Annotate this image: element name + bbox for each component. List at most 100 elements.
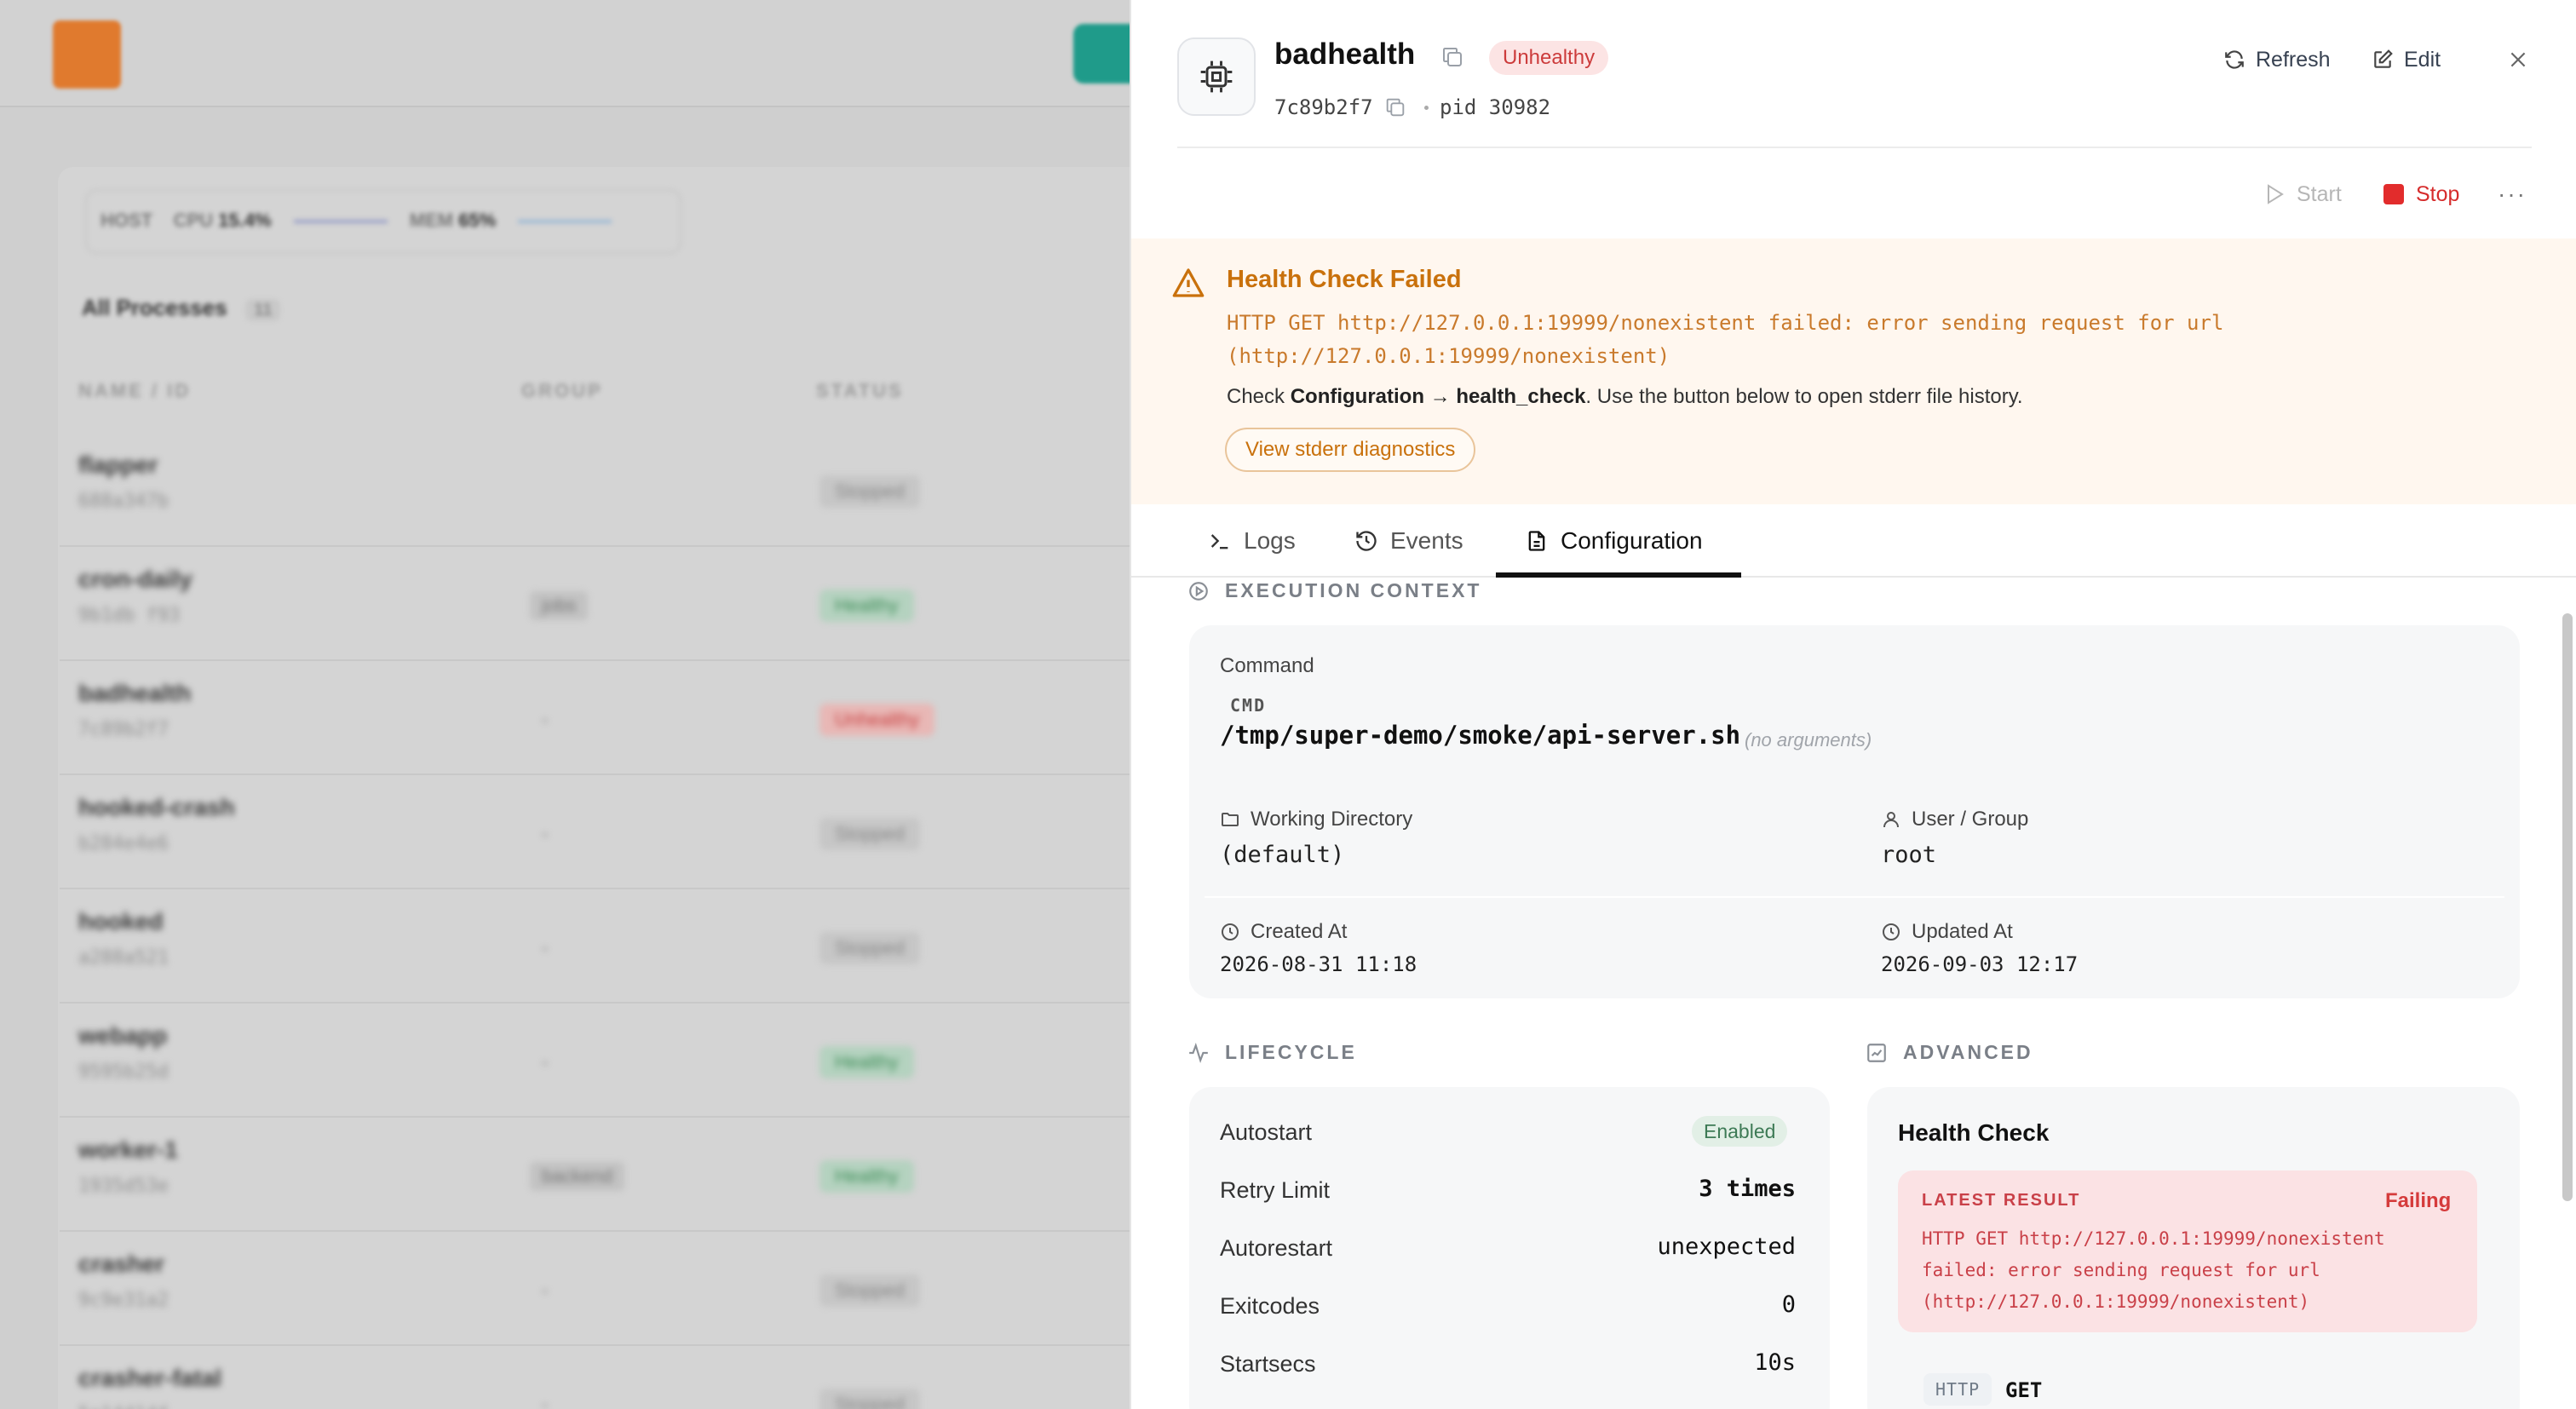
updated-at-value: 2026-09-03 12:17	[1881, 952, 2079, 976]
copy-name-icon[interactable]	[1440, 44, 1467, 72]
created-at-value: 2026-08-31 11:18	[1220, 952, 1417, 976]
autorestart-value: unexpected	[1657, 1234, 1796, 1260]
retry-limit-value: 3 times	[1699, 1176, 1796, 1202]
background-row-group: -	[542, 823, 549, 844]
active-tab-indicator	[1496, 572, 1741, 578]
background-row-id: b284e4e6	[78, 833, 169, 854]
clock-icon	[1222, 923, 1239, 940]
background-row-id: 1935d53e	[78, 1176, 169, 1197]
background-row-status: Healthy	[819, 589, 914, 622]
user-icon	[1883, 812, 1899, 828]
cpu-chip-icon	[1177, 37, 1256, 116]
more-options-button[interactable]: ···	[2498, 179, 2527, 210]
refresh-button[interactable]: Refresh	[2223, 43, 2331, 77]
view-stderr-button[interactable]: View stderr diagnostics	[1225, 428, 1476, 472]
command-value: /tmp/super-demo/smoke/api-server.sh	[1220, 721, 1741, 750]
execution-divider	[1205, 896, 2504, 898]
background-row-group: -	[542, 709, 549, 730]
latest-result-label: LATEST RESULT	[1922, 1191, 2081, 1210]
tab-events[interactable]: Events	[1354, 504, 1463, 578]
startsecs-value: 10s	[1754, 1349, 1796, 1376]
background-row-group: -	[542, 1280, 549, 1301]
background-row: hooked a288a521 - Stopped	[78, 889, 1130, 1004]
background-row-name: hooked-crash	[78, 794, 235, 820]
autorestart-label: Autorestart	[1220, 1235, 1333, 1261]
background-row: badhealth 7c89b2f7 - Unhealthy	[78, 661, 1130, 775]
background-topbar	[0, 0, 1130, 107]
edit-icon	[2374, 49, 2393, 68]
separator-dot	[1424, 106, 1429, 110]
background-metrics: HOST CPU 15.4% MEM 65%	[85, 189, 681, 254]
background-row-name: cron-daily	[78, 566, 193, 592]
clock-icon	[1883, 923, 1900, 940]
refresh-label: Refresh	[2256, 47, 2331, 72]
background-col-status: STATUS	[816, 380, 904, 401]
background-row-status: Healthy	[819, 1160, 914, 1193]
section-advanced: ADVANCED	[1866, 1041, 2033, 1064]
cmd-tag: CMD	[1230, 695, 1267, 716]
play-circle-icon	[1189, 581, 1208, 601]
panel-scrollbar[interactable]	[2562, 613, 2573, 1201]
file-icon	[1528, 531, 1545, 551]
background-list-title: All Processes 11	[82, 295, 281, 321]
terminal-icon	[1210, 534, 1228, 549]
user-group-label: User / Group	[1881, 808, 2028, 831]
history-icon	[1356, 531, 1377, 551]
detail-tabs: Logs Events Configuration	[1131, 504, 2576, 578]
folder-icon	[1222, 813, 1239, 826]
autostart-badge: Enabled	[1692, 1116, 1788, 1147]
background-row-name: crasher	[78, 1251, 165, 1277]
header-divider	[1177, 147, 2532, 148]
background-action-button	[1073, 24, 1130, 83]
background-row-group: -	[542, 1394, 549, 1409]
section-lifecycle: LIFECYCLE	[1187, 1041, 1357, 1064]
play-icon	[2268, 184, 2284, 204]
user-group-value: root	[1881, 842, 1937, 868]
background-row-status: Stopped	[819, 1274, 920, 1307]
background-row-name: flapper	[78, 451, 158, 478]
http-method: GET	[2005, 1378, 2043, 1402]
background-row-name: badhealth	[78, 680, 192, 706]
chart-box-icon	[1867, 1043, 1886, 1062]
workdir-value: (default)	[1220, 842, 1345, 868]
alert-message: HTTP GET http://127.0.0.1:19999/nonexist…	[1227, 311, 2224, 368]
background-row-status: Stopped	[819, 1389, 920, 1409]
background-row-group: -	[542, 937, 549, 958]
refresh-icon	[2225, 50, 2244, 69]
background-row-group: backend	[530, 1162, 625, 1191]
background-row: hooked-crash b284e4e6 - Stopped	[78, 775, 1130, 889]
latest-result-message: HTTP GET http://127.0.0.1:19999/nonexist…	[1922, 1228, 2385, 1312]
start-button[interactable]: Start	[2266, 179, 2342, 210]
background-row-group: -	[542, 1051, 549, 1073]
tab-logs[interactable]: Logs	[1208, 504, 1296, 578]
background-row-name: webapp	[78, 1022, 168, 1049]
command-label: Command	[1220, 654, 1314, 677]
background-row-status: Stopped	[819, 818, 920, 850]
background-row-id: a288a521	[78, 947, 169, 969]
edit-button[interactable]: Edit	[2372, 43, 2441, 77]
exitcodes-value: 0	[1781, 1291, 1796, 1318]
edit-label: Edit	[2404, 47, 2441, 72]
process-detail-panel: badhealth Unhealthy 7c89b2f7 pid 30982 R…	[1130, 0, 2576, 1409]
alert-title: Health Check Failed	[1227, 266, 1462, 293]
background-process-list: HOST CPU 15.4% MEM 65% All Processes 11 …	[0, 0, 1130, 1409]
tab-configuration-label: Configuration	[1561, 527, 1703, 554]
status-badge: Unhealthy	[1489, 41, 1609, 75]
background-row: worker-1 1935d53e backend Healthy	[78, 1118, 1130, 1232]
background-row-name: crasher-fatal	[78, 1365, 222, 1391]
exitcodes-label: Exitcodes	[1220, 1293, 1320, 1319]
tab-configuration[interactable]: Configuration	[1525, 504, 1703, 578]
background-row-id: 9c9e31a2	[78, 1290, 169, 1311]
background-row: webapp 9595b25d - Healthy	[78, 1004, 1130, 1118]
background-row-group: jobs	[530, 591, 589, 620]
stop-button[interactable]: Stop	[2383, 179, 2459, 210]
background-row-status: Stopped	[819, 475, 920, 508]
copy-id-icon[interactable]	[1383, 95, 1409, 121]
retry-limit-label: Retry Limit	[1220, 1177, 1331, 1203]
workdir-label: Working Directory	[1220, 808, 1412, 831]
close-button[interactable]	[2501, 43, 2535, 77]
activity-icon	[1189, 1042, 1208, 1063]
background-row: crasher-fatal 5a14414f - Stopped	[78, 1346, 1130, 1409]
background-row-id: 9595b25d	[78, 1061, 169, 1083]
created-at-label: Created At	[1220, 920, 1347, 944]
